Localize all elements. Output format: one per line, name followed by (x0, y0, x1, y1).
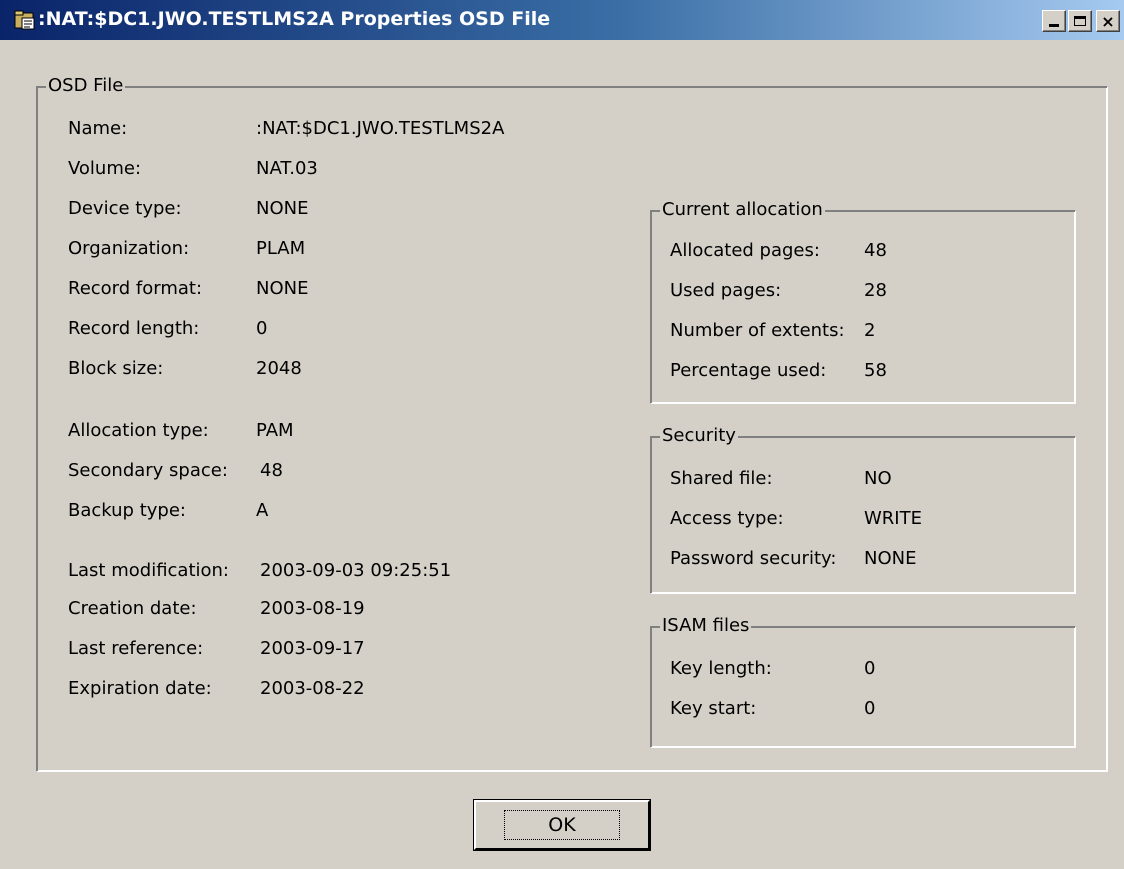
isam-files-group (650, 626, 1076, 748)
isam-field-label: Key start: (670, 698, 757, 719)
osd-field-value: 2003-08-19 (260, 598, 365, 619)
security-field-value: WRITE (864, 508, 922, 529)
ok-button[interactable]: OK (473, 799, 651, 851)
osd-field-value: 0 (256, 318, 268, 339)
osd-field-label: Block size: (68, 358, 164, 379)
ok-focus-rect: OK (504, 810, 620, 840)
window-title: :NAT:$DC1.JWO.TESTLMS2A Properties OSD F… (38, 8, 551, 30)
ok-label: OK (548, 814, 576, 836)
allocation-field-value: 28 (864, 280, 887, 301)
osd-field-label: Creation date: (68, 598, 197, 619)
osd-field-value: A (256, 500, 269, 521)
osd-field-label: Last reference: (68, 638, 204, 659)
osd-field-value: 2048 (256, 358, 302, 379)
osd-field-label: Organization: (68, 238, 190, 259)
osd-field-label: Last modification: (68, 560, 229, 581)
security-field-label: Shared file: (670, 468, 773, 489)
isam-files-legend: ISAM files (660, 615, 752, 636)
maximize-button[interactable] (1068, 10, 1092, 32)
allocation-field-value: 58 (864, 360, 887, 381)
current-allocation-legend: Current allocation (660, 199, 825, 220)
osd-field-value: 48 (260, 460, 283, 481)
minimize-button[interactable] (1042, 10, 1066, 32)
minimize-icon (1049, 24, 1059, 27)
osd-field-value: 2003-09-17 (260, 638, 365, 659)
osd-field-value: NONE (256, 278, 309, 299)
osd-field-value: 2003-08-22 (260, 678, 365, 699)
security-field-value: NONE (864, 548, 917, 569)
allocation-field-value: 2 (864, 320, 876, 341)
allocation-field-value: 48 (864, 240, 887, 261)
isam-field-value: 0 (864, 658, 876, 679)
security-legend: Security (660, 425, 738, 446)
allocation-field-label: Percentage used: (670, 360, 827, 381)
osd-field-value: PAM (256, 420, 294, 441)
osd-field-label: Allocation type: (68, 420, 209, 441)
osd-field-label: Volume: (68, 158, 142, 179)
allocation-field-label: Number of extents: (670, 320, 845, 341)
osd-file-legend: OSD File (46, 75, 126, 96)
osd-field-label: Secondary space: (68, 460, 228, 481)
allocation-field-label: Used pages: (670, 280, 782, 301)
security-field-label: Access type: (670, 508, 784, 529)
osd-field-label: Device type: (68, 198, 182, 219)
title-bar[interactable]: :NAT:$DC1.JWO.TESTLMS2A Properties OSD F… (0, 0, 1124, 40)
isam-field-label: Key length: (670, 658, 772, 679)
osd-field-value: NAT.03 (256, 158, 318, 179)
osd-field-label: Expiration date: (68, 678, 212, 699)
osd-field-value: 2003-09-03 09:25:51 (260, 560, 452, 581)
osd-field-label: Name: (68, 118, 128, 139)
osd-field-value: :NAT:$DC1.JWO.TESTLMS2A (256, 118, 505, 139)
allocation-field-label: Allocated pages: (670, 240, 820, 261)
osd-field-value: NONE (256, 198, 309, 219)
osd-field-label: Record length: (68, 318, 200, 339)
folder-file-icon (14, 10, 35, 30)
close-icon: × (1101, 11, 1115, 31)
close-button[interactable]: × (1096, 10, 1120, 32)
security-field-value: NO (864, 468, 892, 489)
maximize-icon (1074, 16, 1086, 26)
osd-field-value: PLAM (256, 238, 306, 259)
osd-field-label: Backup type: (68, 500, 186, 521)
isam-field-value: 0 (864, 698, 876, 719)
osd-field-label: Record format: (68, 278, 203, 299)
security-field-label: Password security: (670, 548, 837, 569)
